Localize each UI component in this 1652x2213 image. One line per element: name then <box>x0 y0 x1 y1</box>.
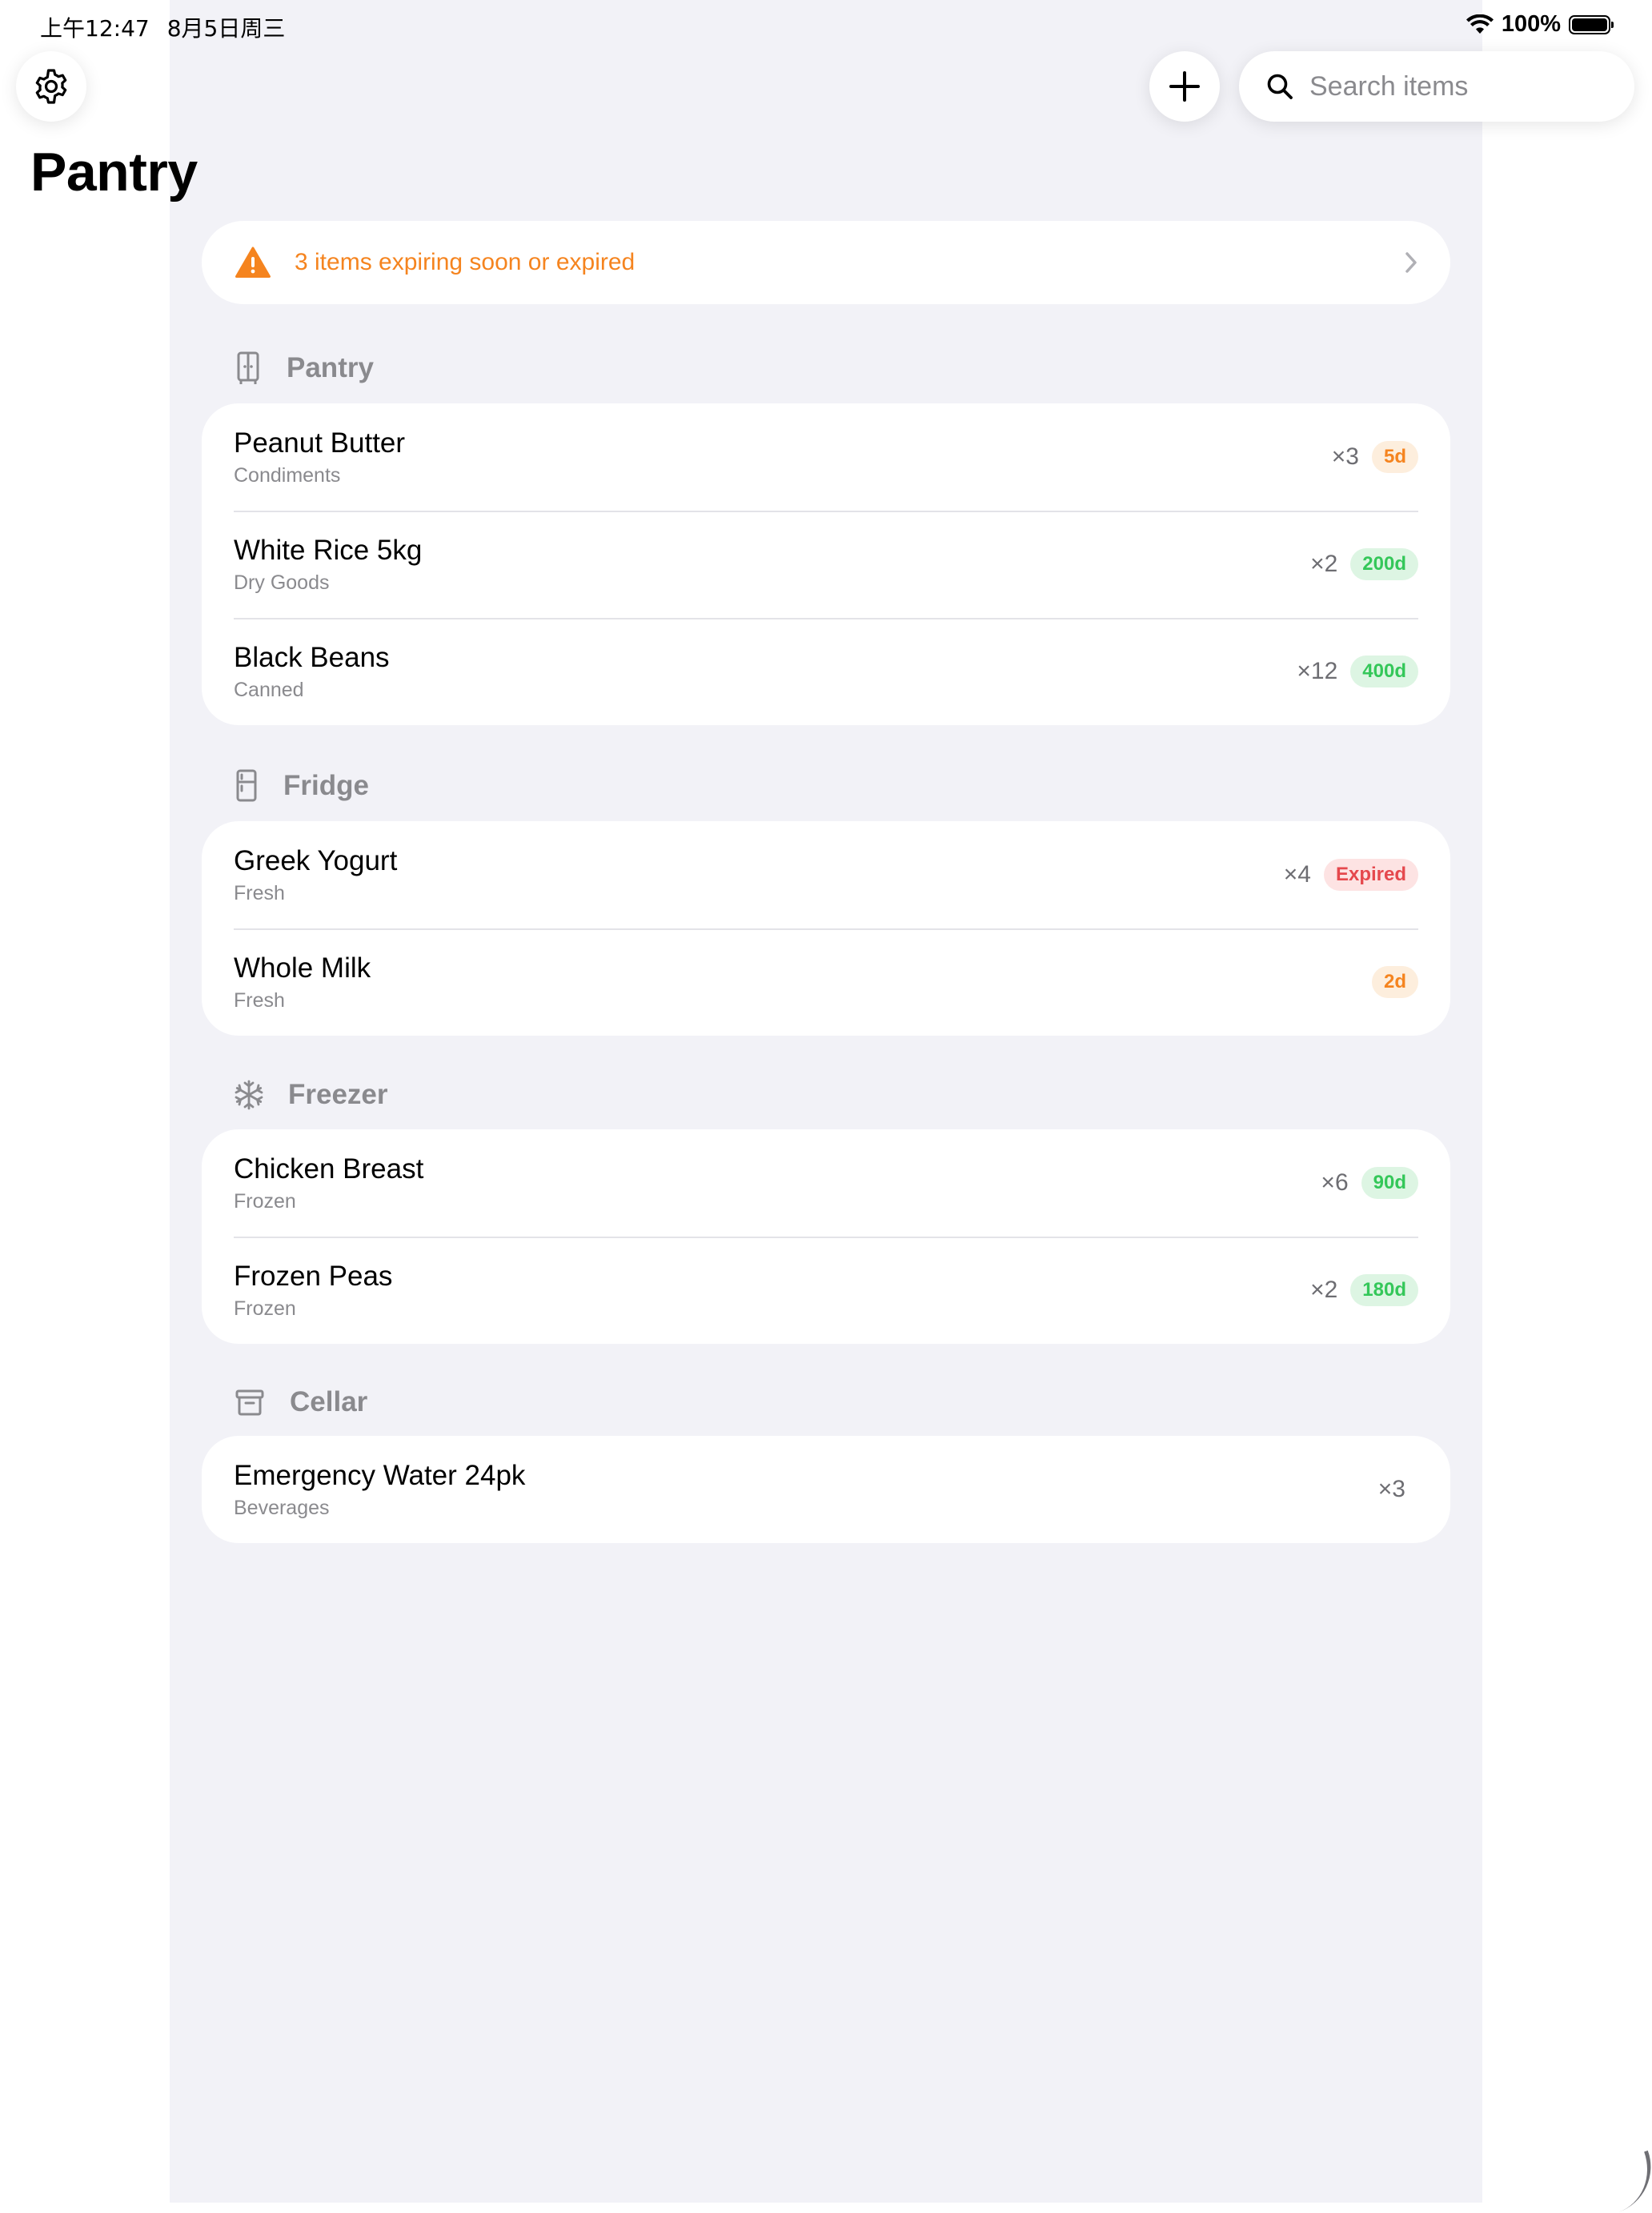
battery-percent: 100% <box>1501 11 1561 37</box>
scroll-indicator <box>1598 2150 1652 2213</box>
snowflake-icon <box>235 1080 263 1110</box>
list-item[interactable]: Emergency Water 24pk Beverages ×3 <box>202 1436 1450 1543</box>
item-name: Emergency Water 24pk <box>234 1460 526 1491</box>
list-item[interactable]: Black Beans Canned ×12 400d <box>202 618 1450 725</box>
section-title-freezer: Freezer <box>288 1079 388 1110</box>
item-name: Greek Yogurt <box>234 845 398 876</box>
search-field[interactable] <box>1239 51 1634 122</box>
item-quantity: ×4 <box>1283 861 1311 888</box>
expiry-badge: 200d <box>1350 548 1418 580</box>
expiry-badge: 2d <box>1371 966 1418 998</box>
battery-fill <box>1572 18 1607 31</box>
list-item[interactable]: Peanut Butter Condiments ×3 5d <box>202 403 1450 511</box>
item-quantity: ×2 <box>1310 1277 1338 1303</box>
alert-text: 3 items expiring soon or expired <box>295 249 636 275</box>
item-name: Whole Milk <box>234 952 371 984</box>
list-item[interactable]: Greek Yogurt Fresh ×4 Expired <box>202 821 1450 928</box>
section-card-pantry: Peanut Butter Condiments ×3 5d White Ric… <box>202 403 1450 725</box>
item-name: Frozen Peas <box>234 1261 393 1292</box>
section-header-pantry: Pantry <box>234 348 374 388</box>
item-category: Dry Goods <box>234 571 330 594</box>
warning-triangle-icon <box>235 247 271 278</box>
item-category: Condiments <box>234 464 341 487</box>
list-item[interactable]: White Rice 5kg Dry Goods ×2 200d <box>202 511 1450 618</box>
section-header-freezer: Freezer <box>234 1075 388 1115</box>
list-item[interactable]: Whole Milk Fresh 2d <box>202 928 1450 1036</box>
section-title-pantry: Pantry <box>287 352 374 383</box>
section-title-fridge: Fridge <box>283 770 369 801</box>
expiring-alert-banner[interactable]: 3 items expiring soon or expired <box>202 221 1450 304</box>
page-title: Pantry <box>30 142 198 202</box>
section-card-freezer: Chicken Breast Frozen ×6 90d Frozen Peas… <box>202 1129 1450 1344</box>
archive-box-icon <box>235 1389 264 1416</box>
item-category: Canned <box>234 679 304 701</box>
section-card-cellar: Emergency Water 24pk Beverages ×3 <box>202 1436 1450 1543</box>
status-date: 8月5日周三 <box>166 15 286 42</box>
status-bar-left: 上午12:47 8月5日周三 <box>40 11 303 43</box>
section-card-fridge: Greek Yogurt Fresh ×4 Expired Whole Milk… <box>202 821 1450 1036</box>
item-name: Peanut Butter <box>234 427 406 459</box>
section-header-fridge: Fridge <box>234 766 369 806</box>
section-title-cellar: Cellar <box>290 1386 368 1417</box>
plus-icon <box>1169 71 1200 102</box>
item-quantity: ×2 <box>1310 551 1338 577</box>
list-item[interactable]: Frozen Peas Frozen ×2 180d <box>202 1237 1450 1344</box>
item-quantity: ×3 <box>1331 443 1359 470</box>
refrigerator-icon <box>236 769 257 802</box>
expiry-badge: 400d <box>1350 655 1418 688</box>
item-category: Fresh <box>234 882 285 904</box>
expiry-badge: 90d <box>1361 1167 1418 1199</box>
wifi-icon <box>1466 14 1494 34</box>
status-bar-right: 100% <box>1466 11 1614 38</box>
item-category: Fresh <box>234 989 285 1012</box>
add-item-button[interactable] <box>1149 51 1220 122</box>
list-item[interactable]: Chicken Breast Frozen ×6 90d <box>202 1129 1450 1237</box>
item-category: Frozen <box>234 1190 296 1213</box>
item-name: White Rice 5kg <box>234 535 423 566</box>
settings-button[interactable] <box>16 51 86 122</box>
status-time: 上午12:47 <box>40 15 150 42</box>
item-quantity: ×6 <box>1321 1169 1349 1196</box>
gear-icon <box>35 69 67 104</box>
magnifying-glass-icon <box>1267 74 1293 99</box>
chevron-right-icon <box>1405 252 1417 273</box>
expiry-badge: 180d <box>1350 1274 1418 1306</box>
section-header-cellar: Cellar <box>234 1382 367 1422</box>
item-quantity: ×3 <box>1377 1476 1405 1502</box>
item-category: Beverages <box>234 1497 330 1519</box>
expiry-badge: 5d <box>1371 441 1418 473</box>
cabinet-icon <box>237 351 259 384</box>
item-name: Black Beans <box>234 642 390 673</box>
expiry-badge: Expired <box>1323 859 1418 891</box>
item-category: Frozen <box>234 1297 296 1320</box>
battery-icon <box>1569 14 1614 34</box>
item-quantity: ×12 <box>1297 658 1338 684</box>
search-input[interactable] <box>1308 70 1599 103</box>
item-name: Chicken Breast <box>234 1153 424 1185</box>
